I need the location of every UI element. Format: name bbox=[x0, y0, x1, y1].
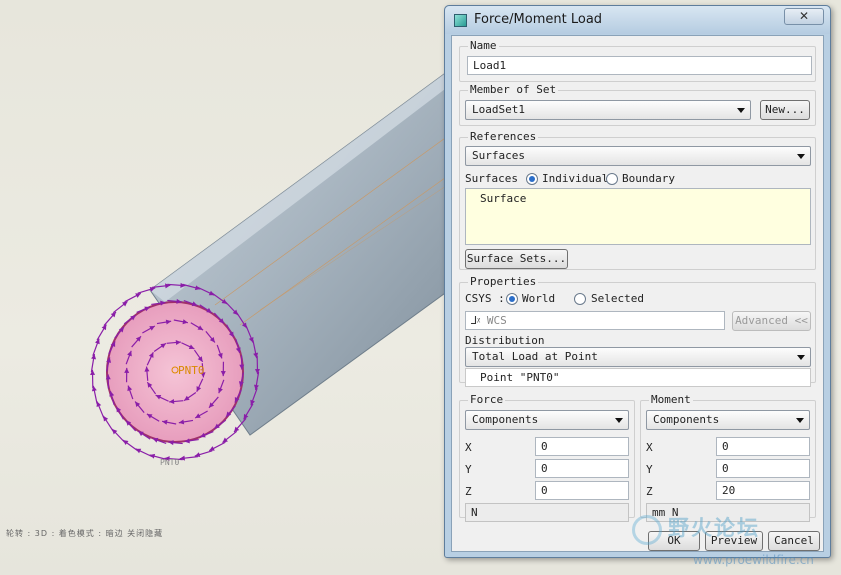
force-moment-load-dialog: Force/Moment Load ✕ Name Load1 Member of… bbox=[444, 5, 831, 558]
load-set-value: LoadSet1 bbox=[472, 103, 525, 116]
point-sub-label: PNT0 bbox=[160, 458, 180, 467]
close-icon: ✕ bbox=[798, 9, 810, 23]
moment-mode-value: Components bbox=[653, 413, 720, 426]
moment-label: Moment bbox=[649, 393, 693, 406]
surface-sets-button[interactable]: Surface Sets... bbox=[465, 249, 568, 269]
moment-y-input[interactable]: 0 bbox=[716, 459, 810, 478]
dialog-titlebar[interactable]: Force/Moment Load ✕ bbox=[445, 6, 830, 34]
csys-icon: ⅃ᵡ bbox=[471, 314, 481, 327]
dialog-app-icon bbox=[454, 14, 467, 27]
distribution-dropdown[interactable]: Total Load at Point bbox=[465, 347, 811, 367]
point-label: PNT0 bbox=[178, 364, 205, 377]
boundary-radio[interactable] bbox=[606, 173, 618, 185]
name-group: Name Load1 bbox=[459, 39, 816, 82]
point-reference-field[interactable]: Point "PNT0" bbox=[465, 368, 811, 387]
dialog-client-area: Name Load1 Member of Set LoadSet1 New...… bbox=[451, 35, 824, 552]
properties-label: Properties bbox=[468, 275, 539, 288]
world-radio[interactable] bbox=[506, 293, 518, 305]
chevron-down-icon bbox=[797, 355, 805, 360]
force-label: Force bbox=[468, 393, 506, 406]
boundary-label: Boundary bbox=[622, 172, 675, 185]
watermark-logo-icon bbox=[632, 515, 662, 545]
force-y-label: Y bbox=[465, 463, 472, 476]
chevron-down-icon bbox=[615, 418, 623, 423]
close-button[interactable]: ✕ bbox=[784, 8, 824, 25]
chevron-down-icon bbox=[797, 154, 805, 159]
force-units: N bbox=[465, 503, 629, 522]
load-set-dropdown[interactable]: LoadSet1 bbox=[465, 100, 751, 120]
chevron-down-icon bbox=[796, 418, 804, 423]
force-z-input[interactable]: 0 bbox=[535, 481, 629, 500]
moment-group: Moment Components X 0 Y 0 Z 20 mm N bbox=[640, 393, 816, 522]
csys-field[interactable]: ⅃ᵡ WCS bbox=[465, 311, 725, 330]
moment-y-label: Y bbox=[646, 463, 653, 476]
individual-radio[interactable] bbox=[526, 173, 538, 185]
properties-group: Properties CSYS : World Selected ⅃ᵡ WCS … bbox=[459, 275, 816, 387]
watermark-logo-text: 野火论坛 bbox=[668, 516, 760, 540]
world-label: World bbox=[522, 292, 556, 305]
force-x-input[interactable]: 0 bbox=[535, 437, 629, 456]
member-of-set-group: Member of Set LoadSet1 New... bbox=[459, 83, 816, 126]
viewport-status-text: 轮转 : 3D : 着色模式 : 暗边 关闭隐藏 bbox=[6, 529, 164, 538]
surfaces-label: Surfaces : bbox=[465, 172, 532, 185]
surfaces-listbox[interactable]: Surface bbox=[465, 188, 811, 245]
force-z-label: Z bbox=[465, 485, 472, 498]
name-group-label: Name bbox=[468, 39, 499, 52]
dialog-title: Force/Moment Load bbox=[474, 12, 603, 27]
load-arrow-head bbox=[90, 369, 96, 375]
references-group: References Surfaces Surfaces : Individua… bbox=[459, 130, 816, 270]
force-mode-dropdown[interactable]: Components bbox=[465, 410, 629, 430]
reference-type-value: Surfaces bbox=[472, 149, 525, 162]
chevron-down-icon bbox=[737, 108, 745, 113]
watermark-url: www.proewildfire.cn bbox=[693, 553, 814, 567]
references-label: References bbox=[468, 130, 539, 143]
list-item[interactable]: Surface bbox=[480, 192, 796, 205]
individual-label: Individual bbox=[542, 172, 609, 185]
distribution-label: Distribution bbox=[465, 334, 545, 347]
force-x-label: X bbox=[465, 441, 472, 454]
moment-x-input[interactable]: 0 bbox=[716, 437, 810, 456]
reference-type-dropdown[interactable]: Surfaces bbox=[465, 146, 811, 166]
cancel-button[interactable]: Cancel bbox=[768, 531, 820, 551]
member-of-set-label: Member of Set bbox=[468, 83, 559, 96]
distribution-value: Total Load at Point bbox=[472, 350, 598, 363]
name-input[interactable]: Load1 bbox=[467, 56, 812, 75]
csys-value: WCS bbox=[486, 314, 507, 327]
advanced-button[interactable]: Advanced << bbox=[732, 311, 811, 331]
selected-label: Selected bbox=[591, 292, 644, 305]
moment-z-input[interactable]: 20 bbox=[716, 481, 810, 500]
force-group: Force Components X 0 Y 0 Z 0 N bbox=[459, 393, 635, 522]
force-mode-value: Components bbox=[472, 413, 539, 426]
force-y-input[interactable]: 0 bbox=[535, 459, 629, 478]
new-load-set-button[interactable]: New... bbox=[760, 100, 810, 120]
csys-label: CSYS : bbox=[465, 292, 505, 305]
moment-x-label: X bbox=[646, 441, 653, 454]
moment-mode-dropdown[interactable]: Components bbox=[646, 410, 810, 430]
selected-radio[interactable] bbox=[574, 293, 586, 305]
moment-z-label: Z bbox=[646, 485, 653, 498]
